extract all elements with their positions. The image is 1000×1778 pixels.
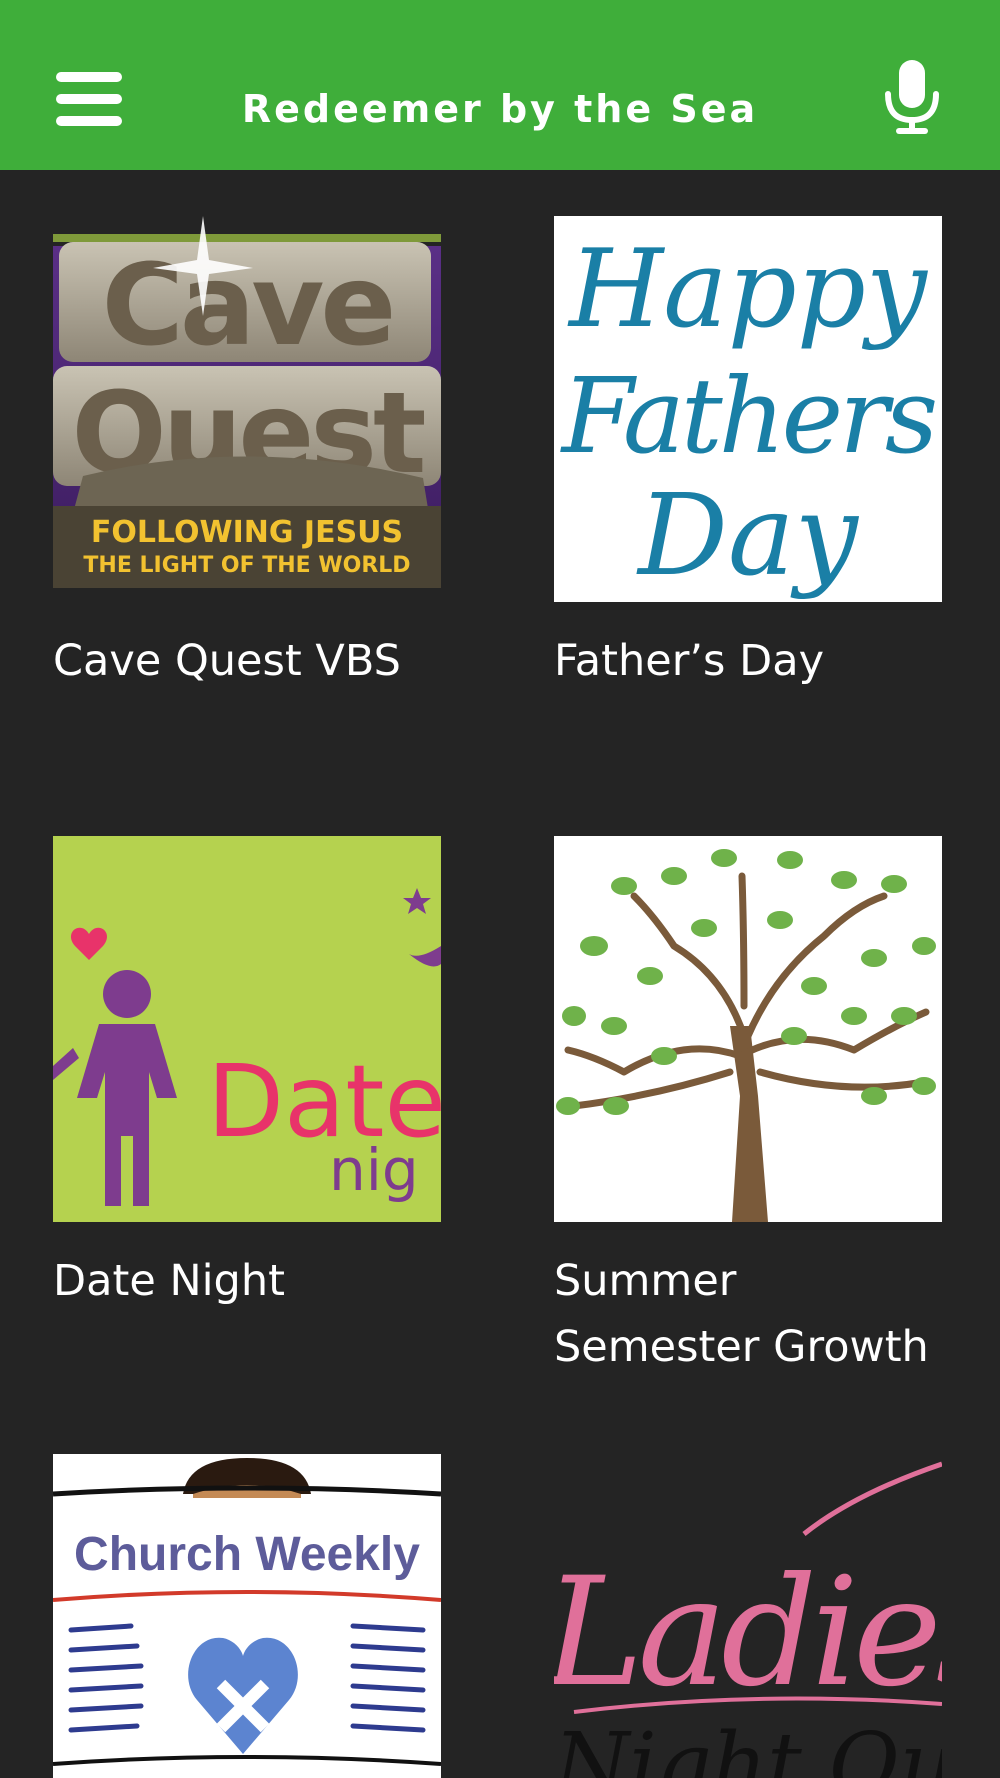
cave-quest-banner-1: FOLLOWING JESUS (91, 515, 403, 550)
church-weekly-thumbnail: Church Weekly (53, 1454, 441, 1778)
fathers-day-line-3: Day (636, 471, 860, 601)
cave-quest-label: Cave Quest VBS (53, 636, 401, 686)
cave-quest-thumbnail: Cave Quest FOLLOWING JESUS THE LIGHT OF … (53, 216, 441, 588)
fathers-day-line-2: Fathers (560, 355, 935, 477)
menu-button[interactable] (48, 64, 130, 134)
grid-item-fathers-day[interactable]: Happy Fathers Day Father’s Day (554, 216, 942, 756)
date-night-line-2: nig (329, 1136, 419, 1204)
fathers-day-line-1: Happy (567, 227, 929, 352)
ladies-night-thumbnail: Ladies Night Out (554, 1454, 942, 1778)
grid-item-summer-semester[interactable]: Summer Semester Growth (554, 836, 942, 1376)
summer-semester-label: Summer Semester Growth (554, 1256, 929, 1372)
grid-item-church-weekly[interactable]: Church Weekly (53, 1454, 441, 1778)
grid-item-cave-quest[interactable]: Cave Quest FOLLOWING JESUS THE LIGHT OF … (53, 216, 441, 756)
microphone-icon (885, 60, 939, 134)
fathers-day-thumbnail: Happy Fathers Day (554, 216, 942, 602)
summer-semester-thumbnail (554, 836, 942, 1222)
app-title: Redeemer by the Sea (241, 87, 759, 131)
ladies-night-line-2: Night Out (554, 1715, 942, 1778)
app-header: Redeemer by the Sea (0, 0, 1000, 170)
date-night-thumbnail: Date nig (53, 836, 441, 1222)
date-night-label: Date Night (53, 1256, 285, 1306)
ladies-night-line-1: Ladies (554, 1546, 942, 1720)
church-weekly-title: Church Weekly (74, 1528, 420, 1581)
grid-item-ladies-night[interactable]: Ladies Night Out (554, 1454, 942, 1778)
app-screen: Redeemer by the Sea Cave Quest FOLLOWING… (0, 0, 1000, 1778)
cave-quest-title-1: Cave (102, 241, 393, 371)
cave-quest-banner-2: THE LIGHT OF THE WORLD (83, 553, 410, 578)
voice-search-button[interactable] (872, 58, 952, 138)
grid-item-date-night[interactable]: Date nig Date Night (53, 836, 441, 1376)
fathers-day-label: Father’s Day (554, 636, 825, 686)
